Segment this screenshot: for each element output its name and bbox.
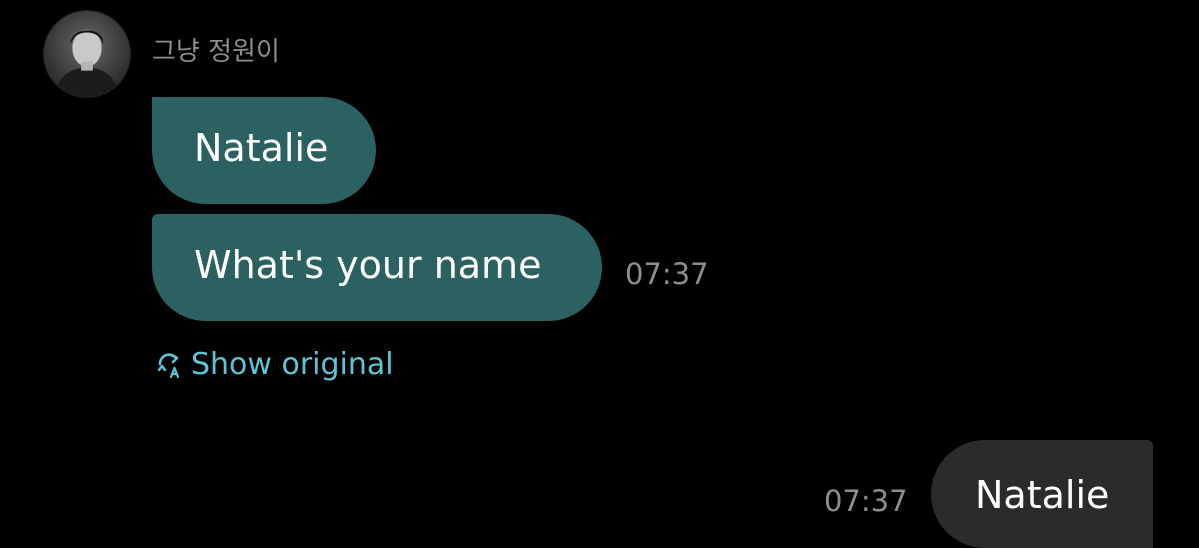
show-original-link[interactable]: Show original	[155, 345, 394, 385]
message-text: Natalie	[975, 473, 1110, 517]
outgoing-timestamp: 07:37	[824, 484, 908, 518]
incoming-message-bubble[interactable]: Natalie	[152, 97, 376, 204]
message-text: Natalie	[194, 126, 329, 170]
incoming-timestamp: 07:37	[625, 257, 709, 291]
sender-avatar[interactable]	[43, 10, 131, 98]
sender-name: 그냥 정원이	[152, 37, 280, 67]
user-avatar-icon	[53, 29, 121, 97]
message-text: What's your name	[194, 243, 542, 287]
outgoing-message-bubble[interactable]: Natalie	[931, 440, 1153, 548]
translate-refresh-icon	[157, 353, 180, 379]
show-original-label: Show original	[191, 347, 394, 382]
incoming-message-bubble[interactable]: What's your name	[152, 214, 602, 321]
